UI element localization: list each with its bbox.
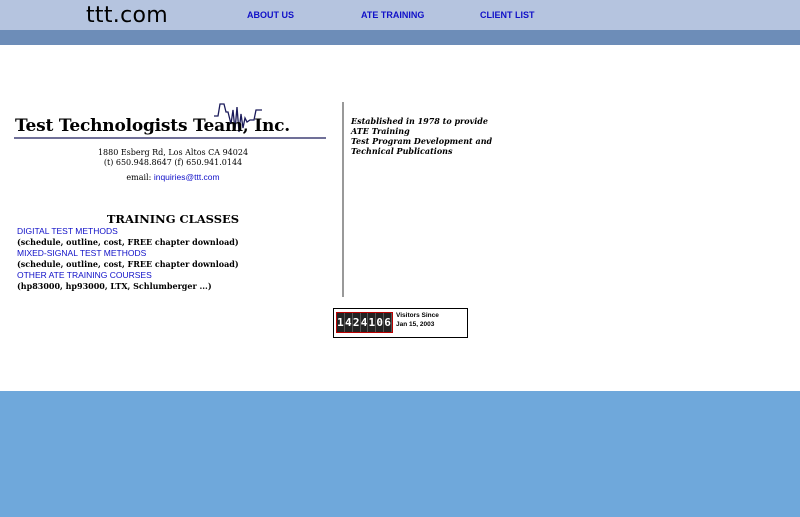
- counter-digit: 2: [352, 313, 361, 332]
- counter-label-visitors: Visitors Since: [396, 312, 439, 319]
- email-link[interactable]: inquiries@ttt.com: [154, 172, 220, 182]
- email-label: email:: [126, 173, 154, 182]
- visitor-counter[interactable]: 1 4 2 4 1 0 6 Visitors Since Jan 15, 200…: [333, 308, 468, 338]
- course-desc-mixed-signal: (schedule, outline, cost, FREE chapter d…: [17, 259, 239, 269]
- company-logo: Test Technologists Team, Inc.: [14, 102, 329, 148]
- logo-text: Test Technologists Team, Inc.: [15, 116, 290, 136]
- about-line-3: Test Program Development and: [351, 136, 493, 146]
- training-classes-heading: TRAINING CLASSES: [106, 212, 240, 226]
- course-link-other-ate[interactable]: OTHER ATE TRAINING COURSES: [17, 270, 152, 280]
- counter-digit: 0: [376, 313, 385, 332]
- about-line-4: Technical Publications: [351, 146, 453, 156]
- nav-ate-training[interactable]: ATE TRAINING: [361, 10, 424, 20]
- nav-about-us[interactable]: ABOUT US: [247, 10, 294, 20]
- company-address: 1880 Esberg Rd, Los Altos CA 94024: [97, 148, 249, 157]
- vertical-divider: [342, 102, 344, 297]
- counter-digit: 1: [368, 313, 377, 332]
- counter-digit: 6: [384, 313, 393, 332]
- counter-digit: 4: [344, 313, 353, 332]
- about-line-1: Established in 1978 to provide: [351, 116, 488, 126]
- email-line: email: inquiries@ttt.com: [14, 172, 332, 182]
- counter-label-date: Jan 15, 2003: [396, 321, 435, 328]
- course-desc-other-ate: (hp83000, hp93000, LTX, Schlumberger ...…: [17, 281, 212, 291]
- counter-digit: 4: [360, 313, 369, 332]
- course-desc-digital: (schedule, outline, cost, FREE chapter d…: [17, 237, 239, 247]
- course-link-digital[interactable]: DIGITAL TEST METHODS: [17, 226, 118, 236]
- header-strip: [0, 30, 800, 45]
- course-link-mixed-signal[interactable]: MIXED-SIGNAL TEST METHODS: [17, 248, 146, 258]
- counter-digits: 1 4 2 4 1 0 6: [336, 312, 393, 333]
- site-title[interactable]: ttt.com: [86, 3, 168, 28]
- company-phone: (t) 650.948.8647 (f) 650.941.0144: [103, 158, 243, 167]
- nav-client-list[interactable]: CLIENT LIST: [480, 10, 535, 20]
- about-line-2: ATE Training: [351, 126, 410, 136]
- counter-digit: 1: [337, 313, 345, 332]
